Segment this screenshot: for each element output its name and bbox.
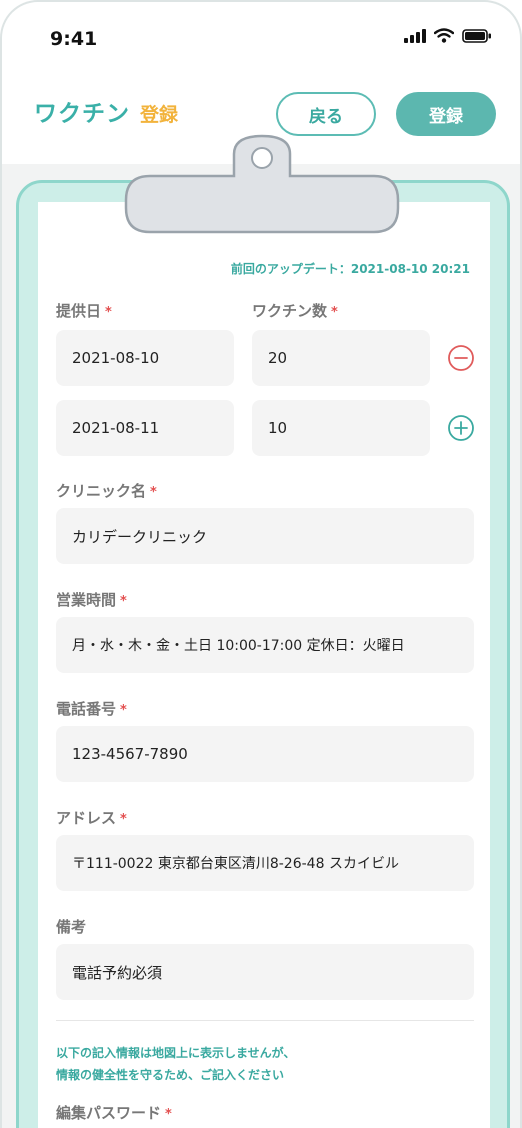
date-input-2[interactable]: 2021-08-11 [56,400,234,456]
battery-icon [462,28,491,43]
page-title-main: ワクチン [34,101,130,127]
phone-frame: 9:41 ワクチン 登録 戻る 登録 前回のアップデート：2021-08-10 … [0,0,522,1128]
label-address: アドレス * [56,809,127,827]
privacy-note: 以下の記入情報は地図上に表示しませんが、 情報の健全性を守るため、ご記入ください [56,1042,295,1086]
last-update-text: 前回のアップデート：2021-08-10 20:21 [230,262,470,276]
divider [56,1020,474,1021]
signal-icon [404,28,426,43]
privacy-note-line1: 以下の記入情報は地図上に表示しませんが、 [56,1046,296,1060]
label-phone: 電話番号 * [56,700,127,718]
clip-icon [124,134,400,234]
required-mark: * [165,1107,172,1122]
required-mark: * [120,594,127,609]
label-password: 編集パスワード * [56,1104,172,1122]
status-time: 9:41 [50,28,98,50]
minus-circle-icon[interactable] [447,344,475,372]
clinic-name-input[interactable]: カリデークリニック [56,508,474,564]
wifi-icon [434,28,454,43]
count-input-2[interactable]: 10 [252,400,430,456]
status-bar: 9:41 [2,2,520,72]
count-input-1[interactable]: 20 [252,330,430,386]
required-mark: * [120,703,127,718]
status-icons [404,28,492,43]
label-date: 提供日 * [56,302,112,320]
required-mark: * [150,485,157,500]
phone-input[interactable]: 123-4567-7890 [56,726,474,782]
back-button[interactable]: 戻る [276,92,376,136]
label-remarks: 備考 [56,918,87,936]
business-hours-input[interactable]: 月・水・木・金・土日 10:00-17:00 定休日：火曜日 [56,617,474,673]
label-clinic: クリニック名 * [56,482,157,500]
plus-circle-icon[interactable] [447,414,475,442]
register-button[interactable]: 登録 [396,92,496,136]
required-mark: * [120,812,127,827]
page-title-sub: 登録 [140,104,179,126]
required-mark: * [331,305,338,320]
date-input-1[interactable]: 2021-08-10 [56,330,234,386]
privacy-note-line2: 情報の健全性を守るため、ご記入ください [56,1068,285,1082]
label-count: ワクチン数 * [252,302,338,320]
remarks-input[interactable]: 電話予約必須 [56,944,474,1000]
required-mark: * [105,305,112,320]
page-title: ワクチン 登録 [34,94,178,128]
address-input[interactable]: 〒111-0022 東京都台東区清川8-26-48 スカイビル [56,835,474,891]
label-hours: 営業時間 * [56,591,127,609]
